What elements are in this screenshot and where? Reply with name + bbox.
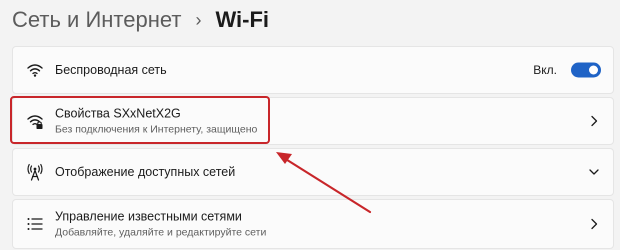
wireless-network-row: Беспроводная сеть Вкл.	[12, 46, 614, 94]
network-properties-title: Свойства SXxNetX2G	[55, 106, 181, 121]
toggle-knob	[589, 65, 598, 75]
breadcrumb-separator: ›	[195, 10, 202, 30]
show-available-networks-text: Отображение доступных сетей	[55, 165, 235, 179]
toggle-state-label: Вкл.	[533, 63, 557, 77]
wireless-network-text: Беспроводная сеть	[55, 63, 167, 77]
breadcrumb-parent-link[interactable]: Сеть и Интернет	[12, 9, 181, 31]
network-properties-subtitle: Без подключения к Интернету, защищено	[55, 123, 258, 136]
manage-known-networks-title: Управление известными сетями	[55, 209, 242, 224]
network-properties-row[interactable]: Свойства SXxNetX2G Без подключения к Инт…	[12, 97, 614, 145]
antenna-icon	[27, 163, 43, 181]
breadcrumb: Сеть и Интернет › Wi-Fi	[12, 4, 269, 36]
manage-known-networks-subtitle: Добавляйте, удаляйте и редактируйте сети	[55, 226, 267, 239]
chevron-right-icon	[591, 115, 598, 127]
manage-known-networks-row[interactable]: Управление известными сетями Добавляйте,…	[12, 199, 614, 249]
chevron-down-icon[interactable]	[589, 166, 599, 178]
show-available-networks-row[interactable]: Отображение доступных сетей	[12, 148, 614, 196]
wifi-lock-icon	[27, 115, 43, 129]
wifi-icon	[27, 64, 43, 77]
wireless-network-toggle[interactable]	[571, 62, 601, 78]
chevron-right-icon	[591, 218, 598, 230]
list-icon	[27, 218, 43, 230]
show-available-networks-title: Отображение доступных сетей	[55, 165, 236, 179]
manage-known-networks-text: Управление известными сетями Добавляйте,…	[55, 210, 266, 239]
wireless-network-title: Беспроводная сеть	[55, 63, 167, 77]
network-properties-text: Свойства SXxNetX2G Без подключения к Инт…	[55, 107, 257, 136]
page-title: Wi-Fi	[215, 7, 269, 32]
